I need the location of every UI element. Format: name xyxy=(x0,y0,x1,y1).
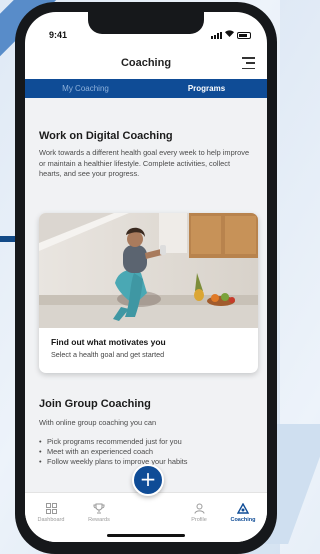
coaching-icon xyxy=(237,503,249,514)
group-coaching-benefits: Pick programs recommended just for you M… xyxy=(39,437,253,467)
tab-bar: My Coaching Programs xyxy=(25,79,267,98)
card-description: Select a health goal and get started xyxy=(51,350,165,359)
motivation-card[interactable]: Find out what motivates you Select a hea… xyxy=(39,213,258,373)
person-icon xyxy=(194,503,204,514)
tab-programs[interactable]: Programs xyxy=(146,79,267,98)
nav-label: Coaching xyxy=(230,517,256,523)
card-title: Find out what motivates you xyxy=(51,337,166,347)
battery-icon xyxy=(237,32,251,39)
menu-icon[interactable] xyxy=(242,57,255,69)
page-title: Coaching xyxy=(120,57,172,69)
status-time: 9:41 xyxy=(49,30,68,40)
digital-coaching-description: Work towards a different health goal eve… xyxy=(39,148,250,178)
nav-coaching[interactable]: Coaching xyxy=(223,503,263,523)
add-button[interactable]: + xyxy=(132,464,164,496)
woman-exercise-photo xyxy=(39,213,258,328)
trophy-icon xyxy=(93,503,105,514)
dashboard-icon xyxy=(45,503,57,514)
status-icons xyxy=(211,30,251,39)
digital-coaching-title: Work on Digital Coaching xyxy=(39,130,173,142)
home-indicator xyxy=(107,534,185,537)
phone-frame: 9:41 Coaching My Coaching Programs Work xyxy=(15,2,277,554)
list-item: Meet with an experienced coach xyxy=(39,447,253,457)
list-item: Pick programs recommended just for you xyxy=(39,437,253,447)
group-coaching-description: With online group coaching you can xyxy=(39,418,157,427)
app-header: Coaching xyxy=(25,48,267,78)
nav-rewards[interactable]: Rewards xyxy=(79,503,119,523)
nav-label: Rewards xyxy=(88,517,110,523)
nav-profile[interactable]: Profile xyxy=(179,503,219,523)
group-coaching-title: Join Group Coaching xyxy=(39,398,151,410)
nav-label: Dashboard xyxy=(37,517,65,523)
signal-icon xyxy=(211,32,222,39)
tab-my-coaching[interactable]: My Coaching xyxy=(25,79,146,98)
phone-screen: 9:41 Coaching My Coaching Programs Work xyxy=(25,12,267,542)
wifi-icon xyxy=(225,30,234,39)
nav-label: Profile xyxy=(191,517,207,523)
notch xyxy=(88,12,204,34)
content-area[interactable]: Work on Digital Coaching Work towards a … xyxy=(25,98,267,492)
nav-dashboard[interactable]: Dashboard xyxy=(31,503,71,523)
